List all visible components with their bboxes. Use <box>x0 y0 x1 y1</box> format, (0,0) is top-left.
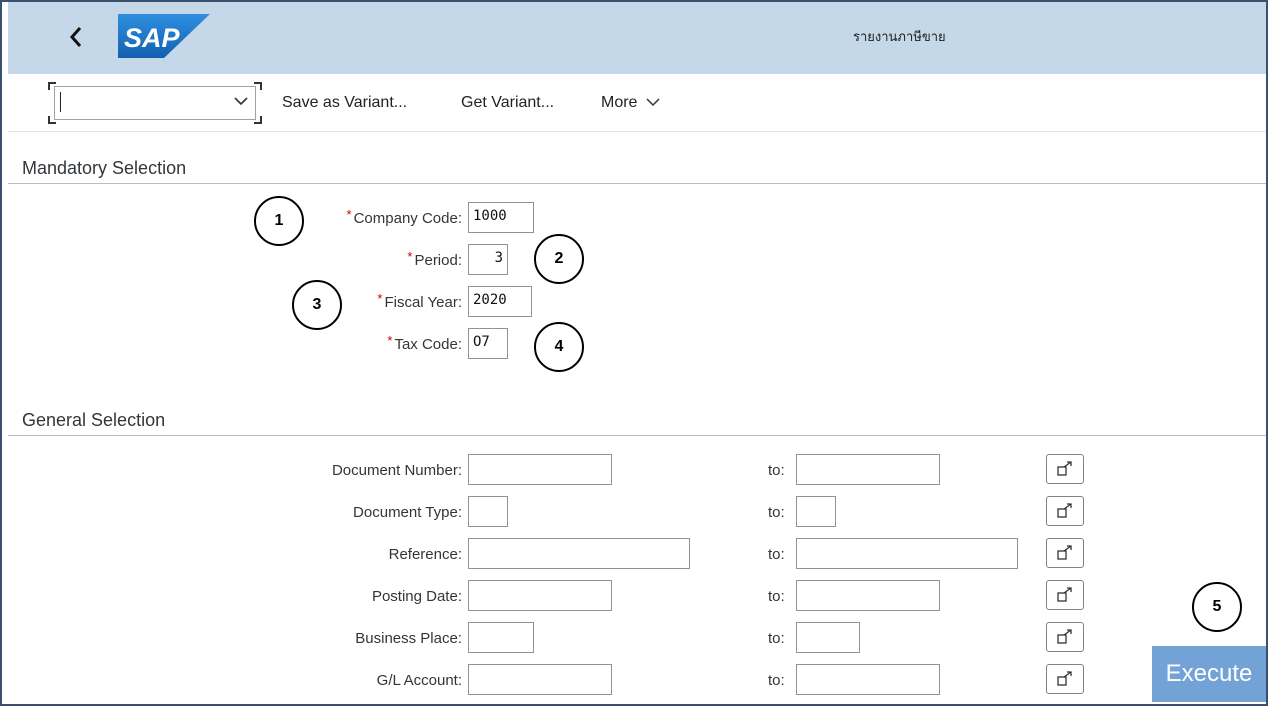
page-title: รายงานภาษีขาย <box>853 30 946 45</box>
required-marker: * <box>377 291 383 306</box>
to-label: to: <box>768 546 785 563</box>
posting-date-from-input[interactable] <box>468 580 612 611</box>
variant-select[interactable] <box>48 82 262 124</box>
variant-select-box[interactable] <box>54 86 256 120</box>
reference-multiple-selection-button[interactable] <box>1046 538 1084 568</box>
business-place-from-input[interactable] <box>468 622 534 653</box>
document-type-to-input[interactable] <box>796 496 836 527</box>
focus-corner <box>254 82 262 90</box>
mandatory-selection-header: Mandatory Selection <box>8 154 1266 184</box>
focus-corner <box>48 116 56 124</box>
posting-date-label: Posting Date: <box>371 588 462 605</box>
to-label: to: <box>768 672 785 689</box>
callout-3: 3 <box>292 280 342 330</box>
chevron-down-icon <box>646 98 660 107</box>
period-input[interactable]: 3 <box>468 244 508 275</box>
more-menu-button[interactable]: More <box>601 94 660 112</box>
multiple-selection-icon <box>1057 503 1072 518</box>
sap-logo: SAP <box>118 14 210 58</box>
required-marker: * <box>387 333 393 348</box>
company-code-label: * Company Code: <box>316 207 462 227</box>
label-text: Tax Code: <box>394 336 462 353</box>
label-text: Company Code: <box>353 210 462 227</box>
label-text: Fiscal Year: <box>384 294 462 311</box>
posting-date-to-input[interactable] <box>796 580 940 611</box>
back-button[interactable] <box>62 20 90 54</box>
sap-logo-text: SAP <box>124 23 181 53</box>
gl-account-multiple-selection-button[interactable] <box>1046 664 1084 694</box>
required-marker: * <box>407 249 413 264</box>
document-number-multiple-selection-button[interactable] <box>1046 454 1084 484</box>
to-label: to: <box>768 462 785 479</box>
chevron-left-icon <box>69 27 82 47</box>
posting-date-multiple-selection-button[interactable] <box>1046 580 1084 610</box>
toolbar: Save as Variant... Get Variant... More <box>8 74 1266 132</box>
focus-corner <box>48 82 56 90</box>
callout-1: 1 <box>254 196 304 246</box>
tax-code-input[interactable]: O7 <box>468 328 508 359</box>
required-marker: * <box>346 207 352 222</box>
company-code-input[interactable]: 1000 <box>468 202 534 233</box>
execute-button[interactable]: Execute <box>1152 646 1266 702</box>
to-label: to: <box>768 504 785 521</box>
document-number-to-input[interactable] <box>796 454 940 485</box>
to-label: to: <box>768 588 785 605</box>
save-as-variant-button[interactable]: Save as Variant... <box>282 94 407 112</box>
callout-4: 4 <box>534 322 584 372</box>
document-number-label: Document Number: <box>331 462 462 479</box>
document-type-multiple-selection-button[interactable] <box>1046 496 1084 526</box>
shell-header: SAP รายงานภาษีขาย <box>8 2 1266 74</box>
callout-5: 5 <box>1192 582 1242 632</box>
document-type-from-input[interactable] <box>468 496 508 527</box>
reference-label: Reference: <box>388 546 462 563</box>
multiple-selection-icon <box>1057 629 1072 644</box>
gl-account-from-input[interactable] <box>468 664 612 695</box>
period-label: * Period: <box>360 249 462 269</box>
reference-to-input[interactable] <box>796 538 1018 569</box>
multiple-selection-icon <box>1057 545 1072 560</box>
multiple-selection-icon <box>1057 461 1072 476</box>
document-type-label: Document Type: <box>353 504 462 521</box>
business-place-to-input[interactable] <box>796 622 860 653</box>
gl-account-label: G/L Account: <box>376 672 462 689</box>
more-label: More <box>601 94 638 111</box>
gl-account-to-input[interactable] <box>796 664 940 695</box>
get-variant-button[interactable]: Get Variant... <box>461 94 554 112</box>
chevron-down-icon[interactable] <box>234 96 248 106</box>
focus-corner <box>254 116 262 124</box>
fiscal-year-input[interactable]: 2020 <box>468 286 532 317</box>
business-place-label: Business Place: <box>355 630 462 647</box>
document-number-from-input[interactable] <box>468 454 612 485</box>
tax-code-label: * Tax Code: <box>340 333 462 353</box>
general-selection-header: General Selection <box>8 406 1266 436</box>
business-place-multiple-selection-button[interactable] <box>1046 622 1084 652</box>
section-title: General Selection <box>22 410 166 430</box>
multiple-selection-icon <box>1057 587 1072 602</box>
section-title: Mandatory Selection <box>22 158 187 178</box>
label-text: Period: <box>414 252 462 269</box>
multiple-selection-icon <box>1057 671 1072 686</box>
to-label: to: <box>768 630 785 647</box>
text-caret <box>60 92 61 112</box>
reference-from-input[interactable] <box>468 538 690 569</box>
callout-2: 2 <box>534 234 584 284</box>
